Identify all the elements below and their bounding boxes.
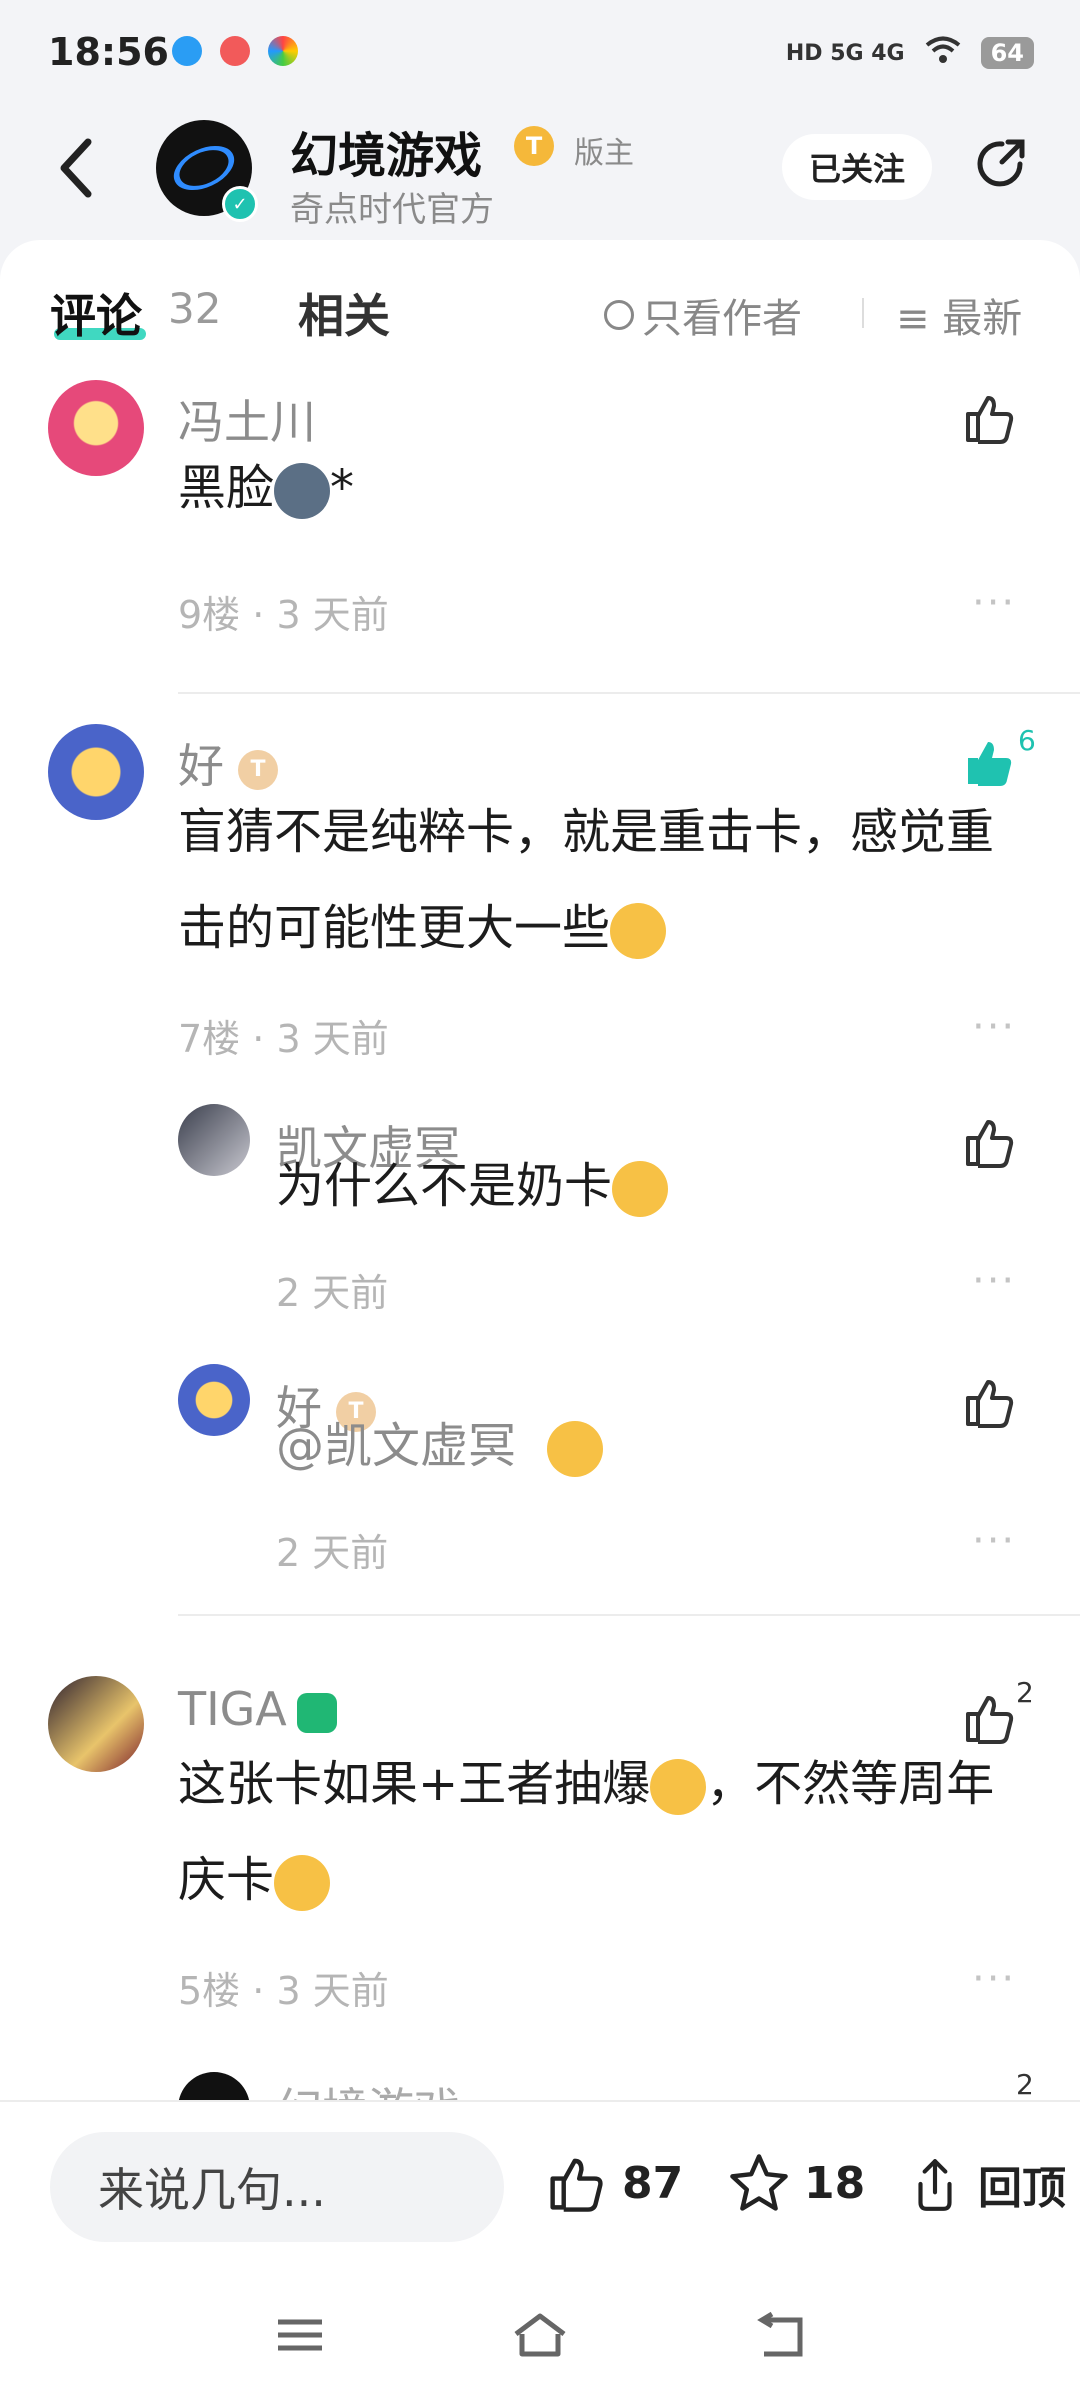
sort-icon: ≡ — [896, 296, 930, 342]
like-count: 2 — [1016, 2068, 1034, 2100]
reply-text: 为什么不是奶卡 — [276, 1158, 613, 1214]
comments-panel: 评论 32 相关 只看作者 ≡ 最新 冯土川 黑脸 * 9楼 · 3 天前 ··· — [0, 240, 1080, 2100]
author-subtitle: 奇点时代官方 — [290, 190, 494, 230]
comment-time: 3 天前 — [276, 593, 389, 637]
menu-icon[interactable] — [270, 2310, 330, 2360]
liked-icon[interactable] — [962, 734, 1018, 790]
comment-text-suffix: * — [330, 460, 355, 516]
system-nav-bar — [0, 2260, 1080, 2400]
like-icon[interactable] — [962, 1114, 1018, 1170]
qq-icon — [172, 36, 202, 66]
only-author-label: 只看作者 — [642, 296, 802, 342]
author-name[interactable]: 幻境游戏 — [290, 116, 482, 186]
comment-time: 3 天前 — [276, 1969, 389, 2013]
bottom-action-bar: 来说几句... 87 18 回顶 — [0, 2100, 1080, 2262]
avatar[interactable] — [178, 1364, 250, 1436]
comment-tabs: 评论 32 相关 只看作者 ≡ 最新 — [0, 280, 1080, 360]
comment-author[interactable]: 幻境游戏 — [276, 2074, 460, 2100]
only-author-toggle[interactable]: 只看作者 — [604, 286, 802, 344]
back-arrow-icon[interactable] — [56, 136, 96, 211]
like-button[interactable]: 87 — [546, 2152, 683, 2214]
reply-time: 2 天前 — [276, 1531, 389, 1575]
floor-number: 7楼 — [178, 1017, 241, 1061]
level-badge: T — [514, 126, 554, 166]
tab-comments[interactable]: 评论 — [50, 280, 142, 346]
author-role: 版主 — [574, 136, 634, 171]
network-indicator: HD 5G 4G — [785, 40, 905, 66]
verified-icon: ✓ — [222, 186, 258, 222]
sort-label: 最新 — [942, 296, 1023, 342]
more-options-icon[interactable]: ··· — [972, 1004, 1016, 1050]
avatar[interactable] — [48, 724, 144, 820]
star-icon — [730, 2154, 788, 2211]
status-time: 18:56 — [48, 30, 169, 74]
like-count: 6 — [1018, 724, 1036, 757]
thumbs-up-icon — [550, 2158, 603, 2212]
reply-time: 2 天前 — [276, 1271, 389, 1315]
map-pin-icon — [220, 36, 250, 66]
upload-arrow-icon — [918, 2159, 952, 2211]
comment-time: 3 天前 — [276, 1017, 389, 1061]
avatar[interactable] — [48, 380, 144, 476]
color-wheel-icon — [268, 36, 298, 66]
sort-toggle[interactable]: ≡ 最新 — [896, 286, 1022, 344]
radio-circle-icon — [604, 300, 634, 330]
favorite-total: 18 — [804, 2157, 866, 2209]
post-header: ✓ 幻境游戏 T 版主 奇点时代官方 已关注 — [0, 110, 1080, 240]
more-options-icon[interactable]: ··· — [972, 1258, 1016, 1304]
like-icon[interactable] — [962, 1374, 1018, 1430]
drooling-emoji-icon — [610, 903, 667, 959]
smirk-emoji-icon — [546, 1421, 603, 1477]
comment-text: 黑脸 — [178, 460, 275, 516]
home-icon[interactable] — [510, 2310, 570, 2360]
game-controller-badge-icon — [296, 1692, 337, 1733]
avatar[interactable] — [48, 1676, 144, 1772]
favorite-button[interactable]: 18 — [728, 2152, 865, 2214]
more-options-icon[interactable]: ··· — [972, 1518, 1016, 1564]
status-bar: 18:56 HD 5G 4G 64 — [0, 0, 1080, 110]
like-count: 2 — [1016, 1676, 1034, 1709]
avatar[interactable] — [178, 1104, 250, 1176]
follow-button[interactable]: 已关注 — [782, 134, 932, 200]
floor-number: 5楼 — [178, 1969, 241, 2013]
more-options-icon[interactable]: ··· — [972, 1956, 1016, 2002]
grin-emoji-icon — [274, 1855, 331, 1911]
share-icon[interactable] — [972, 134, 1030, 192]
comment-input[interactable]: 来说几句... — [50, 2132, 504, 2242]
floor-number: 9楼 — [178, 593, 241, 637]
like-icon[interactable] — [962, 390, 1018, 446]
like-total: 87 — [622, 2157, 684, 2209]
back-to-top-button[interactable]: 回顶 — [906, 2152, 1066, 2216]
battery-indicator: 64 — [980, 37, 1034, 69]
tab-related[interactable]: 相关 — [298, 280, 390, 346]
return-icon[interactable] — [750, 2310, 810, 2360]
wifi-icon — [925, 36, 961, 70]
avatar[interactable] — [178, 2072, 250, 2100]
comments-count: 32 — [168, 284, 222, 333]
reply-text: @凯文虚冥 — [276, 1418, 517, 1474]
back-to-top-label: 回顶 — [978, 2163, 1066, 2214]
more-options-icon[interactable]: ··· — [972, 580, 1016, 626]
dark-moon-emoji-icon — [274, 463, 331, 519]
smirk-emoji-icon — [650, 1759, 707, 1815]
comment-author[interactable]: TIGA — [178, 1682, 287, 1736]
smirk-emoji-icon — [612, 1161, 669, 1217]
comment-text: 这张卡如果+王者抽爆 — [178, 1756, 651, 1812]
comment-text: 盲猜不是纯粹卡，就是重击卡，感觉重击的可能性更大一些 — [178, 804, 995, 956]
